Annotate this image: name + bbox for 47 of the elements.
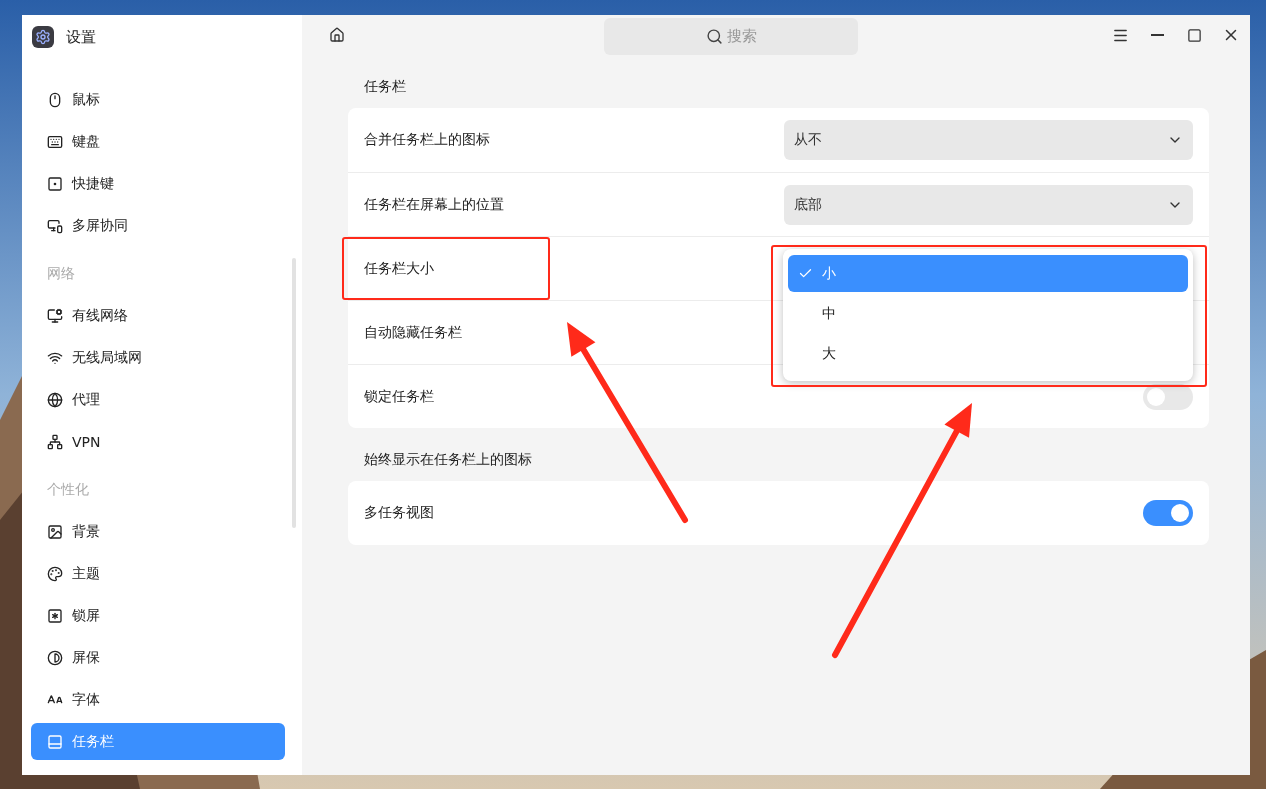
dropdown[interactable]: 从不 (784, 120, 1193, 160)
sidebar-item-icon (47, 649, 63, 666)
sidebar-item[interactable]: 字体 (31, 681, 285, 718)
setting-label: 锁定任务栏 (364, 387, 434, 404)
setting-label: 多任务视图 (364, 504, 434, 520)
sidebar-item[interactable]: 鼠标 (31, 81, 285, 118)
sidebar-item-icon (47, 433, 63, 450)
sidebar-item-icon (47, 391, 63, 408)
sidebar-item-icon (47, 733, 63, 750)
settings-app-icon (32, 26, 54, 48)
window-title: 设置 (66, 27, 96, 47)
sidebar-item[interactable]: 背景 (31, 513, 285, 550)
sidebar-item-icon (47, 91, 63, 108)
sidebar-item[interactable]: VPN (31, 423, 285, 460)
sidebar-group-label: 个性化 (46, 479, 90, 499)
menu-option[interactable]: 大 (788, 335, 1188, 372)
toggle-switch[interactable] (1143, 383, 1193, 410)
home-icon (329, 27, 345, 43)
sidebar-item-icon (47, 217, 63, 234)
sidebar-item-icon (47, 565, 63, 582)
sidebar-item[interactable]: 主题 (31, 555, 285, 592)
section-title: 任务栏 (364, 78, 406, 96)
sidebar-item-icon (47, 307, 63, 324)
dropdown[interactable]: 底部 (784, 184, 1193, 225)
maximize-icon (1186, 27, 1202, 43)
sidebar-item-icon (47, 523, 63, 540)
sidebar-item[interactable]: 无线局域网 (31, 339, 285, 376)
sidebar-item[interactable]: 代理 (31, 381, 285, 418)
setting-label: 任务栏大小 (364, 259, 434, 276)
sidebar-group-label: 网络 (46, 263, 76, 283)
minimize-icon (1150, 34, 1164, 36)
sidebar-item[interactable]: 锁屏 (31, 597, 285, 634)
sidebar-item[interactable]: 屏保 (31, 639, 285, 676)
sidebar-item[interactable]: 键盘 (31, 123, 285, 160)
setting-label: 任务栏在屏幕上的位置 (364, 195, 504, 212)
search-icon (705, 27, 723, 45)
setting-label: 自动隐藏任务栏 (364, 323, 462, 340)
sidebar-item-icon (47, 175, 63, 192)
sidebar-item-icon (47, 133, 63, 150)
section-title: 始终显示在任务栏上的图标 (364, 451, 532, 469)
sidebar-item[interactable]: 快捷键 (31, 165, 285, 202)
toggle-switch[interactable] (1143, 500, 1193, 526)
sidebar-item[interactable]: 有线网络 (31, 297, 285, 334)
setting-label: 合并任务栏上的图标 (364, 131, 490, 147)
sidebar-item[interactable]: 多屏协同 (31, 207, 285, 244)
menu-option[interactable]: 中 (788, 295, 1188, 332)
sidebar-item-icon (47, 607, 63, 624)
